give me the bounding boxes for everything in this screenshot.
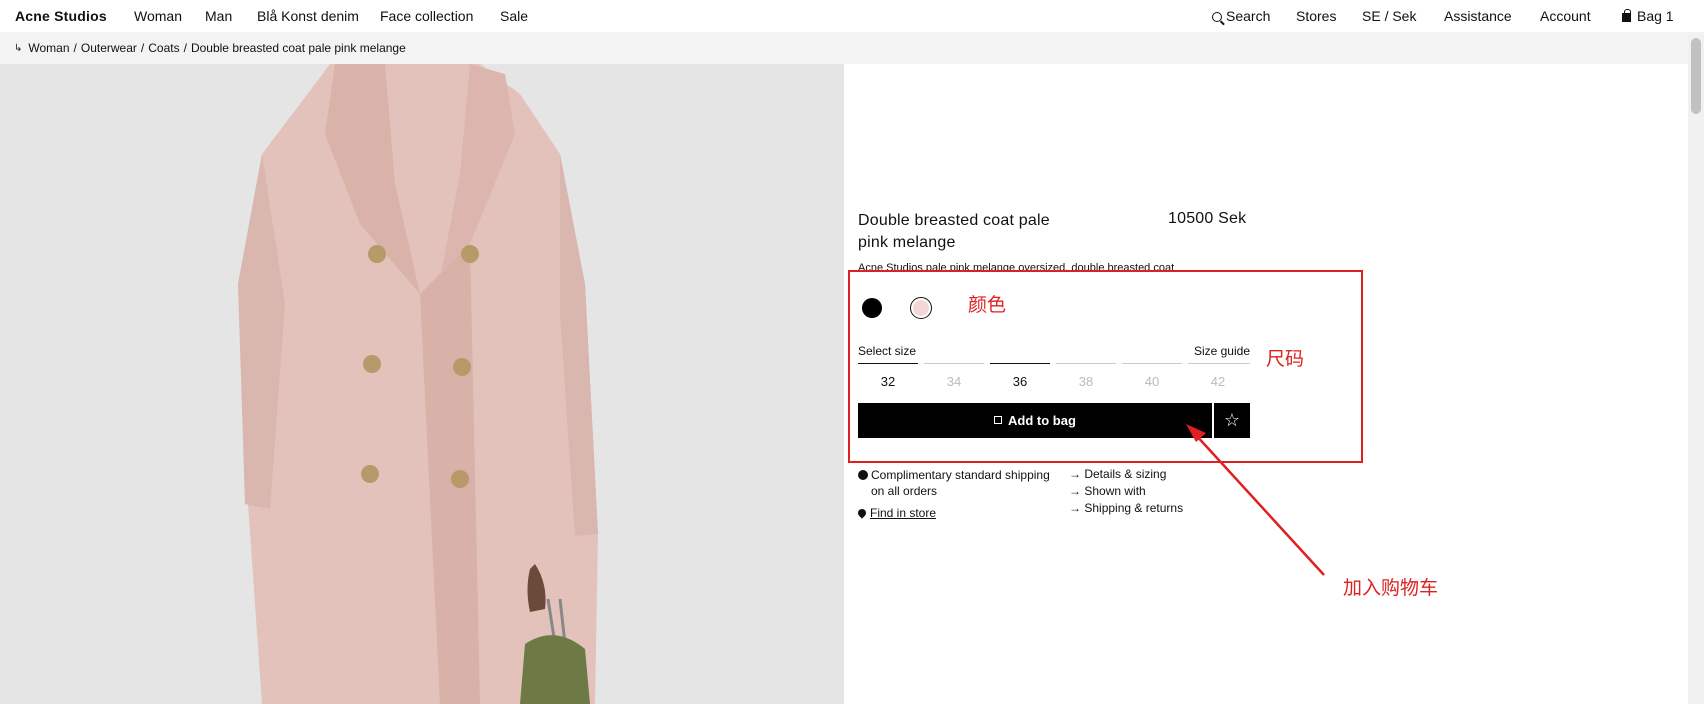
product-page: Acne Studios Woman Man Blå Konst denim F… bbox=[0, 0, 1704, 704]
annotation-arrow bbox=[1186, 424, 1325, 576]
